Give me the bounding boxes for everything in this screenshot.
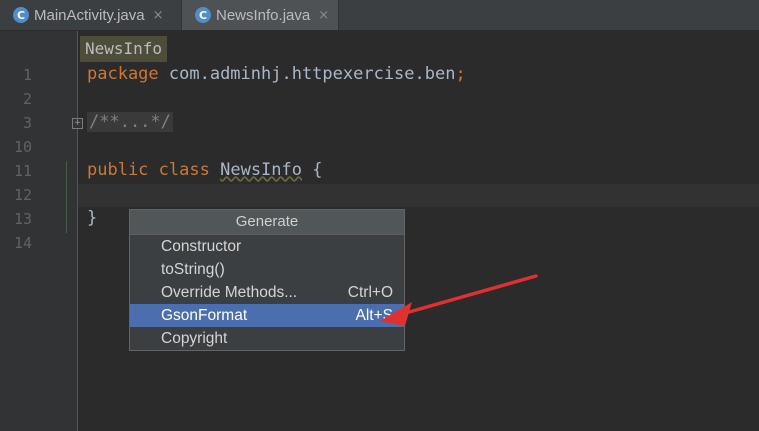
line-number: 10 bbox=[13, 138, 32, 156]
menu-item-label: toString() bbox=[161, 261, 225, 278]
tab-newsinfo[interactable]: C NewsInfo.java × bbox=[182, 0, 339, 30]
line-number: 13 bbox=[13, 210, 32, 228]
menu-item-constructor[interactable]: Constructor bbox=[130, 235, 404, 258]
code-line-1[interactable]: package com.adminhj.httpexercise.ben; bbox=[87, 63, 466, 85]
semicolon: ; bbox=[455, 64, 466, 84]
close-tab-icon[interactable]: × bbox=[153, 8, 164, 23]
class-name: NewsInfo bbox=[220, 160, 302, 180]
close-brace: } bbox=[87, 208, 98, 228]
code-line-11[interactable]: public class NewsInfo { bbox=[87, 159, 322, 181]
menu-item-gsonformat[interactable]: GsonFormat Alt+S bbox=[130, 304, 404, 327]
keyword: class bbox=[158, 160, 210, 180]
popup-title: Generate bbox=[130, 210, 404, 235]
menu-item-label: Copyright bbox=[161, 330, 228, 347]
line-number: 12 bbox=[13, 186, 32, 204]
tab-mainactivity[interactable]: C MainActivity.java × bbox=[0, 0, 182, 30]
indent-guide bbox=[66, 161, 67, 233]
fold-expand-icon[interactable]: + bbox=[72, 118, 83, 129]
caret-line-highlight bbox=[78, 184, 759, 207]
line-number: 2 bbox=[22, 90, 32, 108]
line-number: 3 bbox=[22, 114, 32, 132]
java-class-icon: C bbox=[195, 7, 211, 23]
menu-item-label: GsonFormat bbox=[161, 307, 248, 324]
ide-window: C MainActivity.java × C NewsInfo.java × … bbox=[0, 0, 759, 431]
code-line-3[interactable]: /**...*/ bbox=[87, 111, 173, 133]
folded-comment[interactable]: /**...*/ bbox=[87, 112, 173, 132]
tab-label: NewsInfo.java bbox=[216, 6, 311, 24]
menu-item-tostring[interactable]: toString() bbox=[130, 258, 404, 281]
close-tab-icon[interactable]: × bbox=[318, 8, 329, 23]
breadcrumb[interactable]: NewsInfo bbox=[80, 36, 168, 62]
menu-item-override-methods[interactable]: Override Methods... Ctrl+O bbox=[130, 281, 404, 304]
menu-item-shortcut: Ctrl+O bbox=[347, 284, 393, 301]
keyword: package bbox=[87, 64, 159, 84]
menu-item-label: Constructor bbox=[161, 238, 242, 255]
generate-popup: Generate Constructor toString() Override… bbox=[129, 209, 405, 351]
code-line-13[interactable]: } bbox=[87, 207, 97, 229]
line-number: 14 bbox=[13, 234, 32, 252]
menu-item-copyright[interactable]: Copyright bbox=[130, 327, 404, 350]
java-class-icon: C bbox=[13, 7, 29, 23]
line-number: 1 bbox=[22, 66, 32, 84]
line-number: 11 bbox=[13, 162, 32, 180]
package-name: com.adminhj.httpexercise.ben bbox=[158, 64, 456, 84]
menu-item-shortcut: Alt+S bbox=[355, 307, 393, 324]
open-brace: { bbox=[302, 160, 323, 180]
tab-label: MainActivity.java bbox=[34, 6, 145, 24]
menu-item-label: Override Methods... bbox=[161, 284, 298, 301]
editor-tab-bar: C MainActivity.java × C NewsInfo.java × bbox=[0, 0, 759, 31]
keyword: public bbox=[87, 160, 149, 180]
